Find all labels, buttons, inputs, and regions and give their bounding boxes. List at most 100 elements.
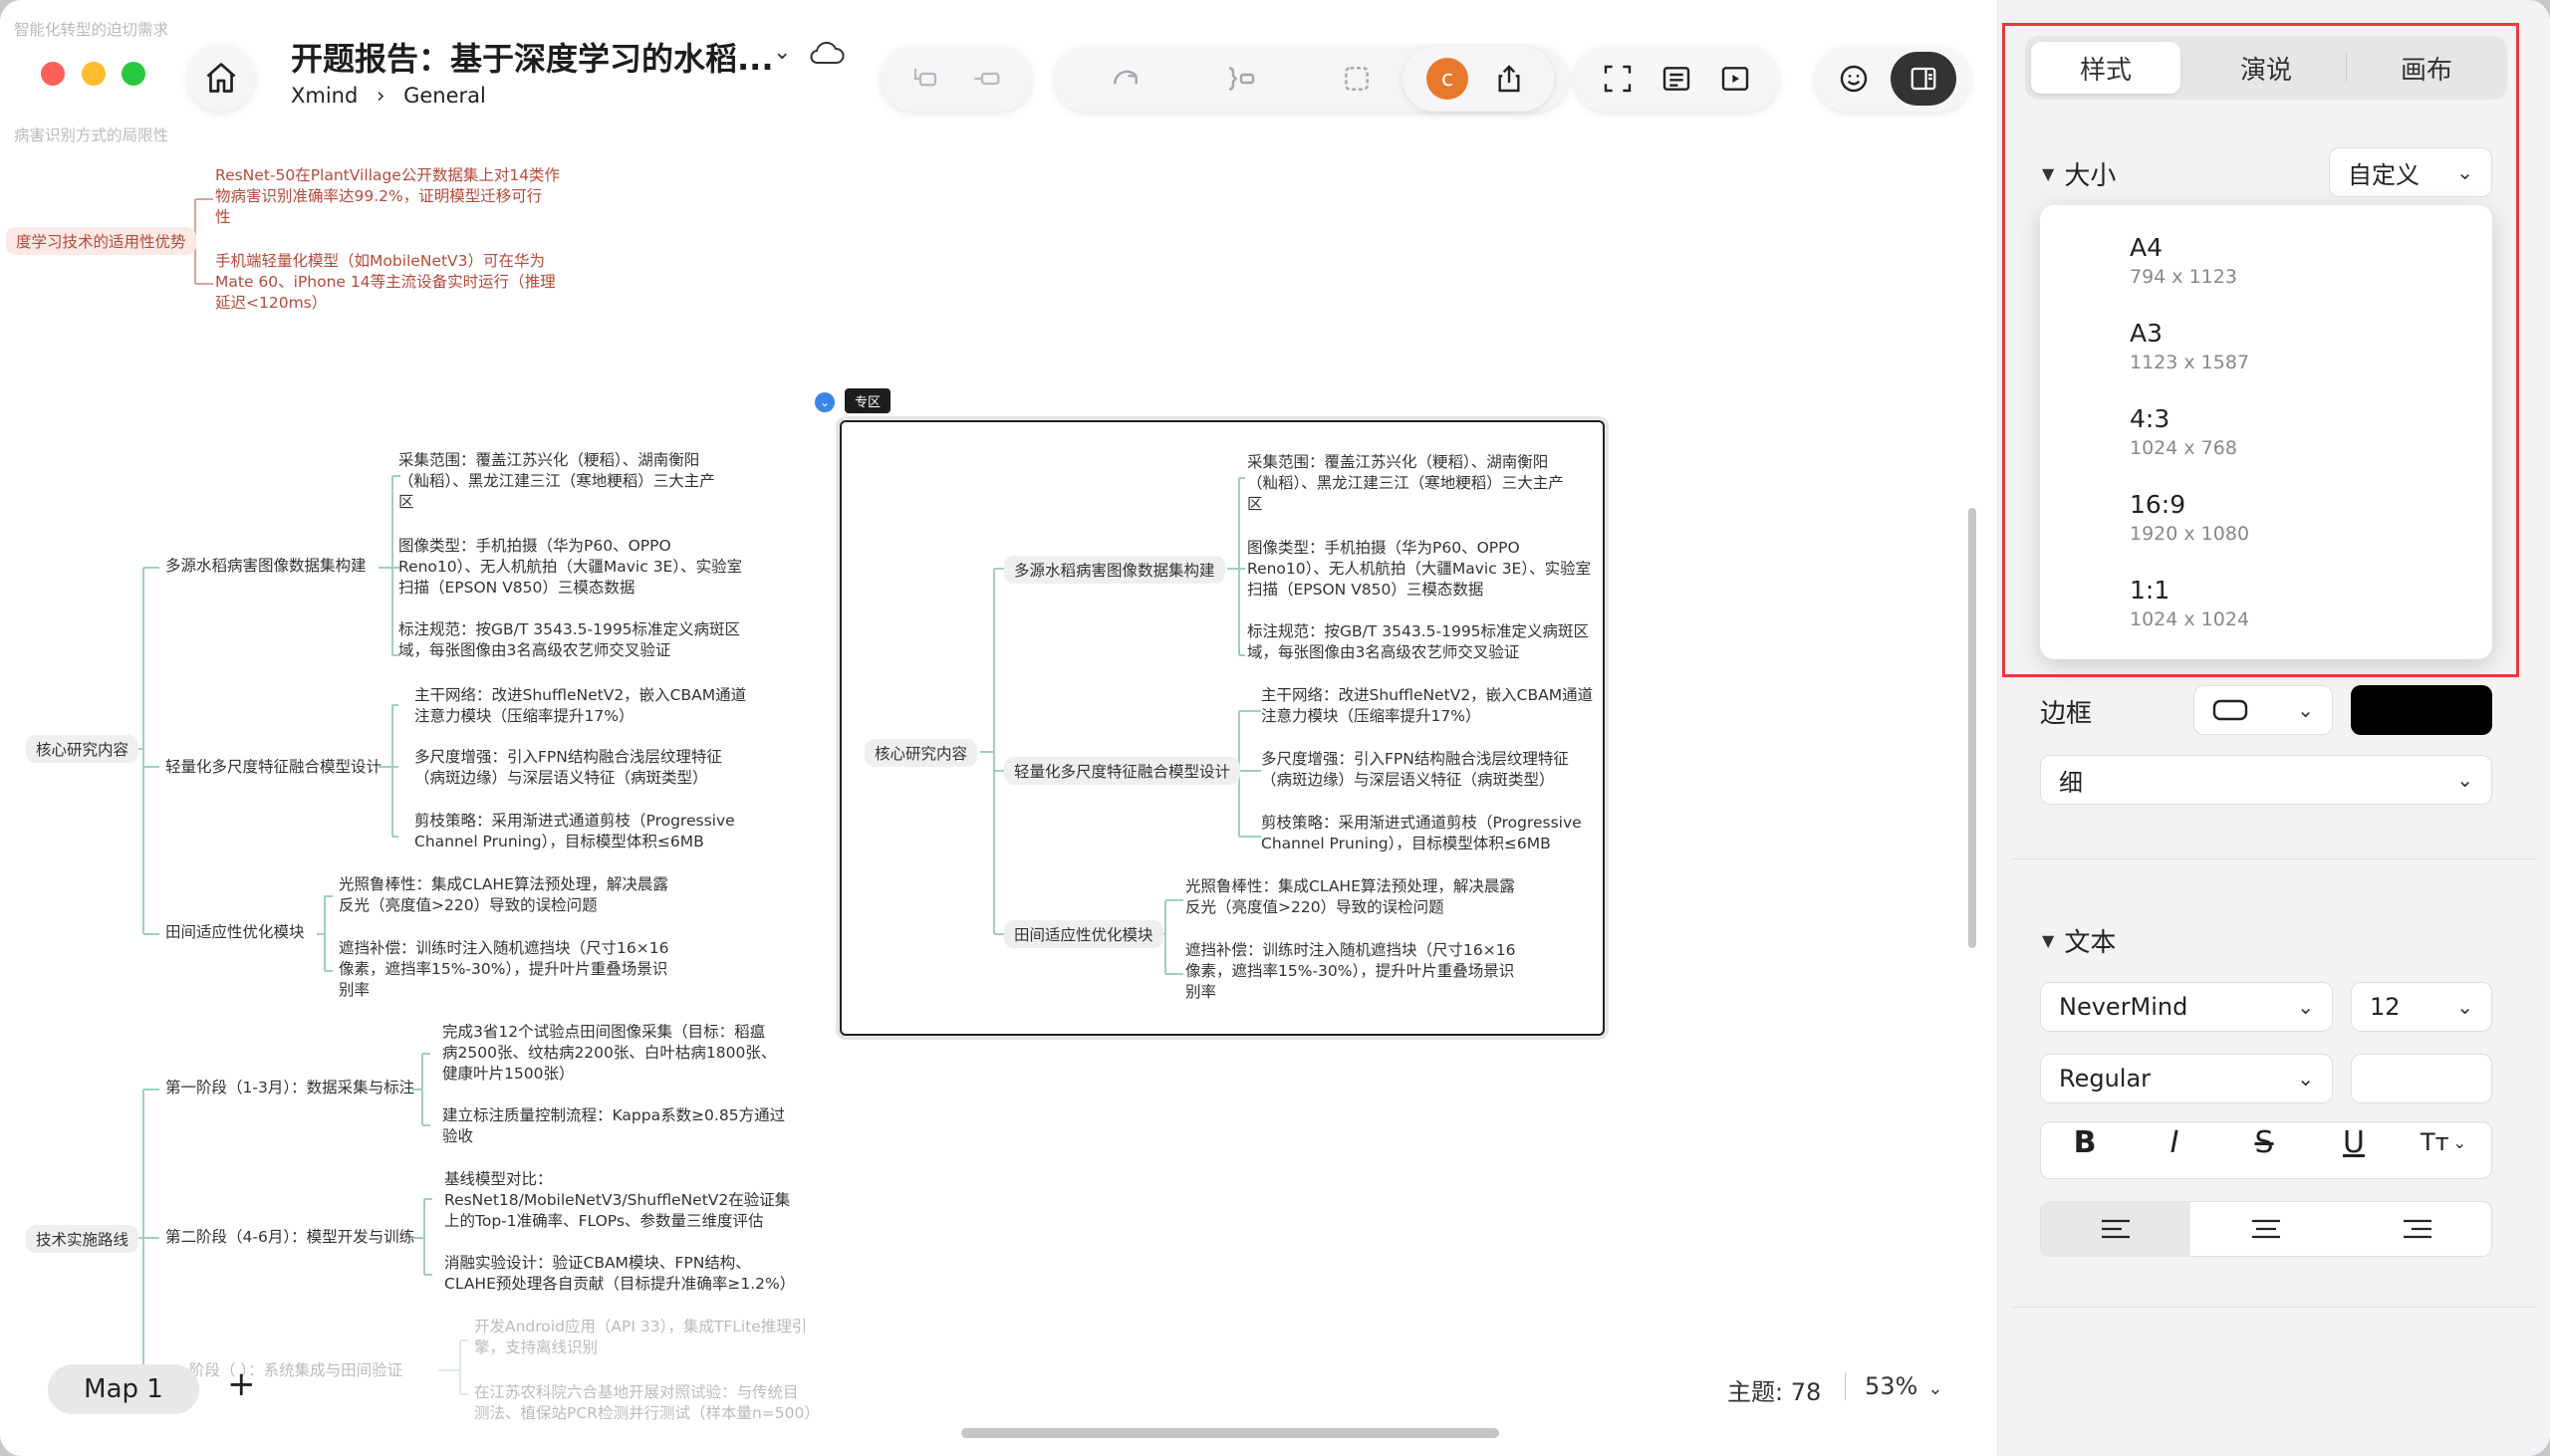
font-color-swatch[interactable] (2351, 1054, 2492, 1103)
home-icon (206, 63, 236, 93)
topic-leaf[interactable]: 图像类型：手机拍摄（华为P60、OPPO Reno10）、无人机航拍（大疆Mavi… (398, 536, 742, 599)
topic-leaf[interactable]: 标注规范：按GB/T 3543.5-1995标准定义病斑区 域，每张图像由3名高级… (398, 619, 740, 661)
topic-branch[interactable]: 多源水稻病害图像数据集构建 (1004, 556, 1225, 584)
topic-leaf[interactable]: 在江苏农科院六合基地开展对照试验：与传统目 测法、植保站PCR检测并行测试（样本量… (474, 1382, 820, 1424)
collapse-icon[interactable]: ⌄ (815, 392, 835, 412)
leaf-line: 图像类型：手机拍摄（华为P60、OPPO (398, 537, 671, 555)
document-title[interactable]: 开题报告：基于深度学习的水稻... (291, 34, 773, 80)
leaf-line: 采集范围：覆盖江苏兴化（粳稻）、湖南衡阳 (398, 451, 700, 469)
toolbar-group-structure (881, 46, 1032, 112)
topic-leaf[interactable]: 遮挡补偿：训练时注入随机遮挡块（尺寸16×16 像素，遮挡率15%-30%），提升… (1185, 940, 1515, 1003)
chevron-down-icon[interactable]: ⌄ (773, 40, 791, 65)
topic-branch[interactable]: 第二阶段（4-6月）：模型开发与训练 (165, 1227, 414, 1248)
font-size-select[interactable]: 12 ⌄ (2351, 982, 2492, 1032)
topic-leaf[interactable]: 采集范围：覆盖江苏兴化（粳稻）、湖南衡阳 （籼稻）、黑龙江建三江（寒地粳稻）三大主… (398, 450, 715, 513)
focus-mode-button[interactable] (1594, 55, 1642, 103)
topic-core-root[interactable]: 核心研究内容 (26, 735, 139, 763)
topic-leaf[interactable]: 遮挡补偿：训练时注入随机遮挡块（尺寸16×16 像素，遮挡率15%-30%），提升… (339, 938, 668, 1001)
text-section-header[interactable]: ▼ 文本 (2042, 922, 2116, 959)
topic-node[interactable]: 度学习技术的适用性优势 (6, 227, 196, 255)
minimize-button[interactable] (82, 62, 106, 86)
topic-leaf[interactable]: 采集范围：覆盖江苏兴化（粳稻）、湖南衡阳 （籼稻）、黑龙江建三江（寒地粳稻）三大主… (1247, 452, 1564, 515)
topic-note[interactable]: 手机端轻量化模型（如MobileNetV3）可在华为 Mate 60、iPhon… (215, 251, 556, 314)
topic-leaf[interactable]: 剪枝策略：采用渐进式通道剪枝（Progressive Channel Prunin… (414, 811, 735, 852)
align-left-icon (2102, 1219, 2130, 1239)
topic-leaf[interactable]: 多尺度增强：引入FPN结构融合浅层纹理特征 （病斑边缘）与深层语义特征（病斑类型） (414, 747, 722, 789)
outline-button[interactable] (1653, 55, 1700, 103)
pitch-mode-button[interactable] (1711, 55, 1759, 103)
fragment-text: 病害识别方式的局限性 (14, 126, 169, 144)
topic-core-root[interactable]: 核心研究内容 (865, 739, 978, 767)
topic-branch[interactable]: 轻量化多尺度特征融合模型设计 (165, 757, 382, 778)
align-right-button[interactable] (2343, 1201, 2492, 1257)
topic-leaf[interactable]: 完成3省12个试验点田间图像采集（目标：稻瘟 病2500张、纹枯病2200张、白叶… (442, 1022, 776, 1085)
boundary-button[interactable] (1333, 55, 1381, 103)
topic-branch[interactable]: 多源水稻病害图像数据集构建 (165, 556, 367, 577)
border-shape-select[interactable]: ⌄ (2193, 685, 2333, 735)
align-center-button[interactable] (2191, 1201, 2341, 1257)
cloud-icon[interactable] (809, 40, 845, 66)
border-color-swatch[interactable] (2351, 685, 2492, 735)
leaf-line: Reno10）、无人机航拍（大疆Mavic 3E）、实验室 (398, 558, 743, 576)
topic-leaf[interactable]: 光照鲁棒性：集成CLAHE算法预处理，解决晨露 反光（亮度值>220）导致的误检问… (1185, 876, 1515, 918)
rounded-rect-icon (2212, 699, 2248, 721)
topic-leaf[interactable]: 主干网络：改进ShuffleNetV2，嵌入CBAM通道 注意力模块（压缩率提升1… (414, 685, 746, 727)
topic-branch[interactable]: 第一阶段（1-3月）：数据采集与标注 (165, 1078, 414, 1098)
format-panel-button[interactable] (1890, 52, 1956, 106)
underline-icon[interactable]: U (2309, 1113, 2399, 1171)
maximize-button[interactable] (122, 62, 145, 86)
topic-branch[interactable]: 田间适应性优化模块 (165, 922, 305, 943)
topic-branch[interactable]: 轻量化多尺度特征融合模型设计 (1004, 757, 1241, 785)
avatar[interactable]: c (1423, 55, 1471, 103)
topic-leaf[interactable]: 光照鲁棒性：集成CLAHE算法预处理，解决晨露 反光（亮度值>220）导致的误检问… (339, 874, 668, 916)
topic-note[interactable]: ResNet-50在PlantVillage公开数据集上对14类作 物病害识别准… (215, 165, 560, 228)
mindmap-canvas[interactable]: 智能化转型的迫切需求 病害识别方式的局限性 度学习技术的适用性优势 ResNet… (0, 0, 1997, 1456)
topic-button[interactable] (963, 55, 1011, 103)
leaf-line: 域，每张图像由3名高级农艺师交叉验证 (398, 641, 671, 659)
topic-leaf[interactable]: 基线模型对比： ResNet18/MobileNetV3/ShuffleNetV2… (444, 1169, 790, 1232)
topic-leaf[interactable]: 图像类型：手机拍摄（华为P60、OPPO Reno10）、无人机航拍（大疆Mavi… (1247, 538, 1591, 601)
vertical-scrollbar[interactable] (1968, 508, 1976, 948)
sticker-button[interactable] (1830, 55, 1878, 103)
breadcrumb: Xmind › General (291, 84, 486, 108)
align-left-button[interactable] (2041, 1201, 2190, 1257)
zoom-level[interactable]: 53% ⌄ (1865, 1372, 1942, 1400)
topic-branch[interactable]: 阶段（ ）：系统集成与田间验证 (189, 1360, 402, 1381)
horizontal-scrollbar[interactable] (961, 1428, 1499, 1438)
topic-leaf[interactable]: 开发Android应用（API 33），集成TFLite推理引 擎，支持离线识别 (474, 1317, 807, 1358)
fullscreen-icon (1604, 65, 1631, 93)
home-button[interactable] (187, 44, 255, 112)
topic-leaf[interactable]: 剪枝策略：采用渐进式通道剪枝（Progressive Channel Prunin… (1261, 813, 1582, 854)
topic-leaf[interactable]: 标注规范：按GB/T 3543.5-1995标准定义病斑区 域，每张图像由3名高级… (1247, 621, 1589, 663)
map-tab[interactable]: Map 1 (48, 1364, 199, 1414)
italic-icon[interactable]: I (2130, 1113, 2219, 1171)
leaf-line: 光照鲁棒性：集成CLAHE算法预处理，解决晨露 (1185, 877, 1515, 895)
leaf-line: （籼稻）、黑龙江建三江（寒地粳稻）三大主产 (398, 472, 715, 490)
leaf-line: 病2500张、纹枯病2200张、白叶枯病1800张、 (442, 1044, 777, 1062)
share-button[interactable] (1485, 55, 1533, 103)
font-family-select[interactable]: NeverMind ⌄ (2040, 982, 2333, 1032)
relationship-button[interactable] (1102, 55, 1149, 103)
topic-tech-root[interactable]: 技术实施路线 (26, 1225, 139, 1253)
strikethrough-icon[interactable]: S (2219, 1113, 2309, 1171)
bold-icon[interactable]: B (2040, 1113, 2130, 1171)
topic-leaf[interactable]: 多尺度增强：引入FPN结构融合浅层纹理特征 （病斑边缘）与深层语义特征（病斑类型） (1261, 749, 1569, 791)
topic-leaf[interactable]: 主干网络：改进ShuffleNetV2，嵌入CBAM通道 注意力模块（压缩率提升1… (1261, 685, 1593, 727)
section-divider (2012, 1307, 2537, 1308)
border-weight-select[interactable]: 细 ⌄ (2040, 755, 2492, 805)
leaf-line: 基线模型对比： (444, 1170, 553, 1188)
toolbar-group-share: c (1402, 46, 1554, 112)
topic-leaf[interactable]: 消融实验设计：验证CBAM模块、FPN结构、 CLAHE预处理各自贡献（目标提升准… (444, 1253, 795, 1295)
text-case-button[interactable]: Tт ⌄ (2399, 1113, 2488, 1171)
font-weight-select[interactable]: Regular ⌄ (2040, 1054, 2333, 1103)
topic-leaf[interactable]: 建立标注质量控制流程：Kappa系数≥0.85方通过 验收 (442, 1105, 785, 1147)
topic-branch[interactable]: 田间适应性优化模块 (1004, 920, 1163, 948)
subtopic-button[interactable] (901, 55, 949, 103)
breadcrumb-leaf[interactable]: General (403, 84, 486, 108)
add-sheet-icon[interactable]: + (227, 1364, 256, 1404)
breadcrumb-root[interactable]: Xmind (291, 84, 358, 108)
toolbar-group-panels (1815, 46, 1970, 112)
leaf-line: CLAHE预处理各自贡献（目标提升准确率≥1.2%） (444, 1275, 796, 1293)
close-button[interactable] (41, 62, 65, 86)
summary-button[interactable] (1217, 55, 1265, 103)
